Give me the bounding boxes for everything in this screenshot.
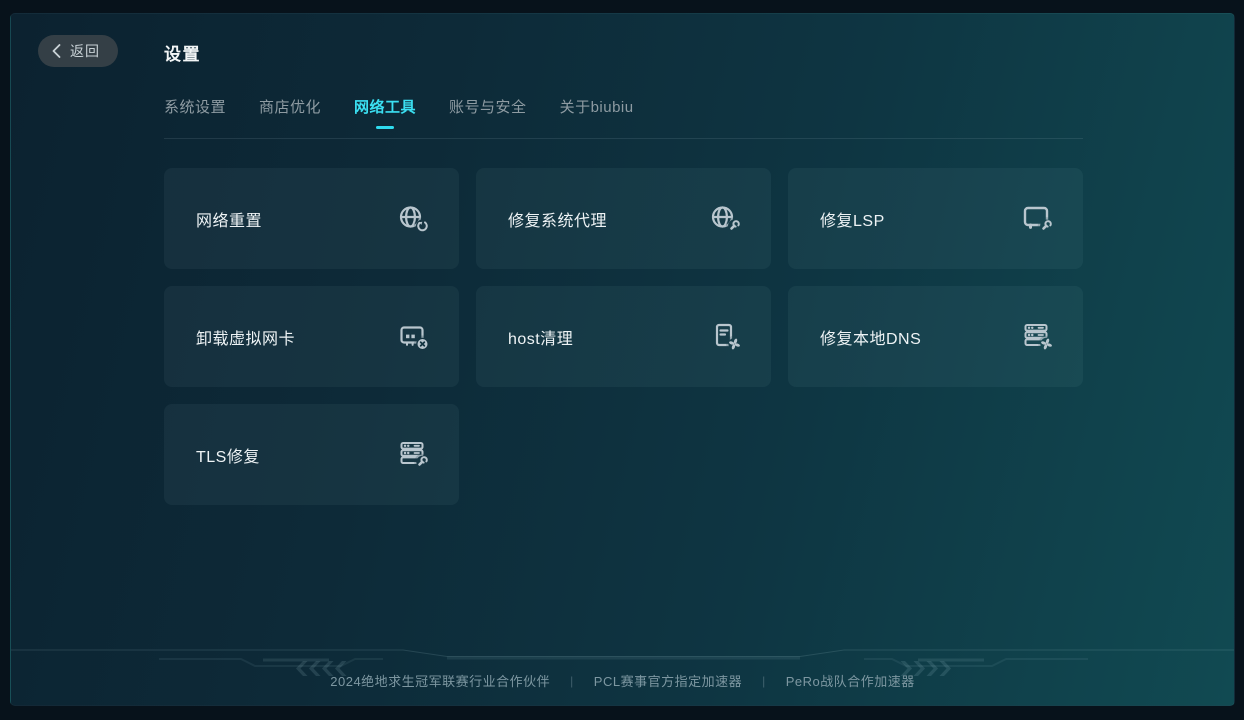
tab-store-optimization[interactable]: 商店优化 <box>259 96 321 129</box>
footer-separator: | <box>762 674 766 688</box>
back-button-label: 返回 <box>70 41 100 61</box>
footer: 2024绝地求生冠军联赛行业合作伙伴 | PCL赛事官方指定加速器 | PeRo… <box>11 643 1234 705</box>
tabs-divider <box>164 138 1083 139</box>
card-host-cleanup[interactable]: host清理 <box>476 286 771 387</box>
globe-wrench-icon <box>709 203 743 235</box>
document-clean-icon <box>709 321 743 353</box>
tab-about-biubiu[interactable]: 关于biubiu <box>560 96 634 129</box>
tab-label: 商店优化 <box>259 96 321 117</box>
tab-network-tools[interactable]: 网络工具 <box>354 96 416 129</box>
card-label: 卸载虚拟网卡 <box>196 325 295 349</box>
tab-system-settings[interactable]: 系统设置 <box>164 96 226 129</box>
active-tab-underline <box>588 126 606 129</box>
card-label: TLS修复 <box>196 443 260 467</box>
tab-account-security[interactable]: 账号与安全 <box>449 96 527 129</box>
network-card-remove-icon <box>397 321 431 353</box>
tools-grid: 网络重置 修复系统代理 <box>164 168 1083 505</box>
footer-separator: | <box>570 674 574 688</box>
footer-partner-item: 2024绝地求生冠军联赛行业合作伙伴 <box>330 671 550 690</box>
card-network-reset[interactable]: 网络重置 <box>164 168 459 269</box>
globe-refresh-icon <box>397 203 431 235</box>
active-tab-underline <box>186 126 204 129</box>
server-wrench-icon <box>397 439 431 471</box>
tab-label: 系统设置 <box>164 96 226 117</box>
monitor-wrench-icon <box>1021 203 1055 235</box>
active-tab-underline <box>281 126 299 129</box>
active-tab-underline <box>479 126 497 129</box>
card-label: 修复LSP <box>820 207 885 231</box>
active-tab-underline <box>376 126 394 129</box>
card-uninstall-virtual-nic[interactable]: 卸载虚拟网卡 <box>164 286 459 387</box>
footer-partners: 2024绝地求生冠军联赛行业合作伙伴 | PCL赛事官方指定加速器 | PeRo… <box>11 671 1234 690</box>
card-label: host清理 <box>508 325 573 349</box>
tabs-bar: 系统设置 商店优化 网络工具 账号与安全 关于biubiu <box>164 96 634 129</box>
card-fix-system-proxy[interactable]: 修复系统代理 <box>476 168 771 269</box>
page-title: 设置 <box>164 40 201 65</box>
tab-label: 网络工具 <box>354 96 416 117</box>
card-fix-lsp[interactable]: 修复LSP <box>788 168 1083 269</box>
settings-window: 返回 设置 系统设置 商店优化 网络工具 账号与安全 关于biubiu 网络重置 <box>10 13 1235 706</box>
card-label: 修复系统代理 <box>508 207 607 231</box>
tab-label: 账号与安全 <box>449 96 527 117</box>
server-clean-icon <box>1021 321 1055 353</box>
card-label: 网络重置 <box>196 207 262 231</box>
card-fix-local-dns[interactable]: 修复本地DNS <box>788 286 1083 387</box>
card-tls-repair[interactable]: TLS修复 <box>164 404 459 505</box>
card-label: 修复本地DNS <box>820 325 921 349</box>
footer-partner-item: PCL赛事官方指定加速器 <box>594 671 742 690</box>
tab-label: 关于biubiu <box>560 96 634 117</box>
back-chevron-icon <box>52 44 61 58</box>
footer-partner-item: PeRo战队合作加速器 <box>786 671 915 690</box>
back-button[interactable]: 返回 <box>38 35 118 67</box>
